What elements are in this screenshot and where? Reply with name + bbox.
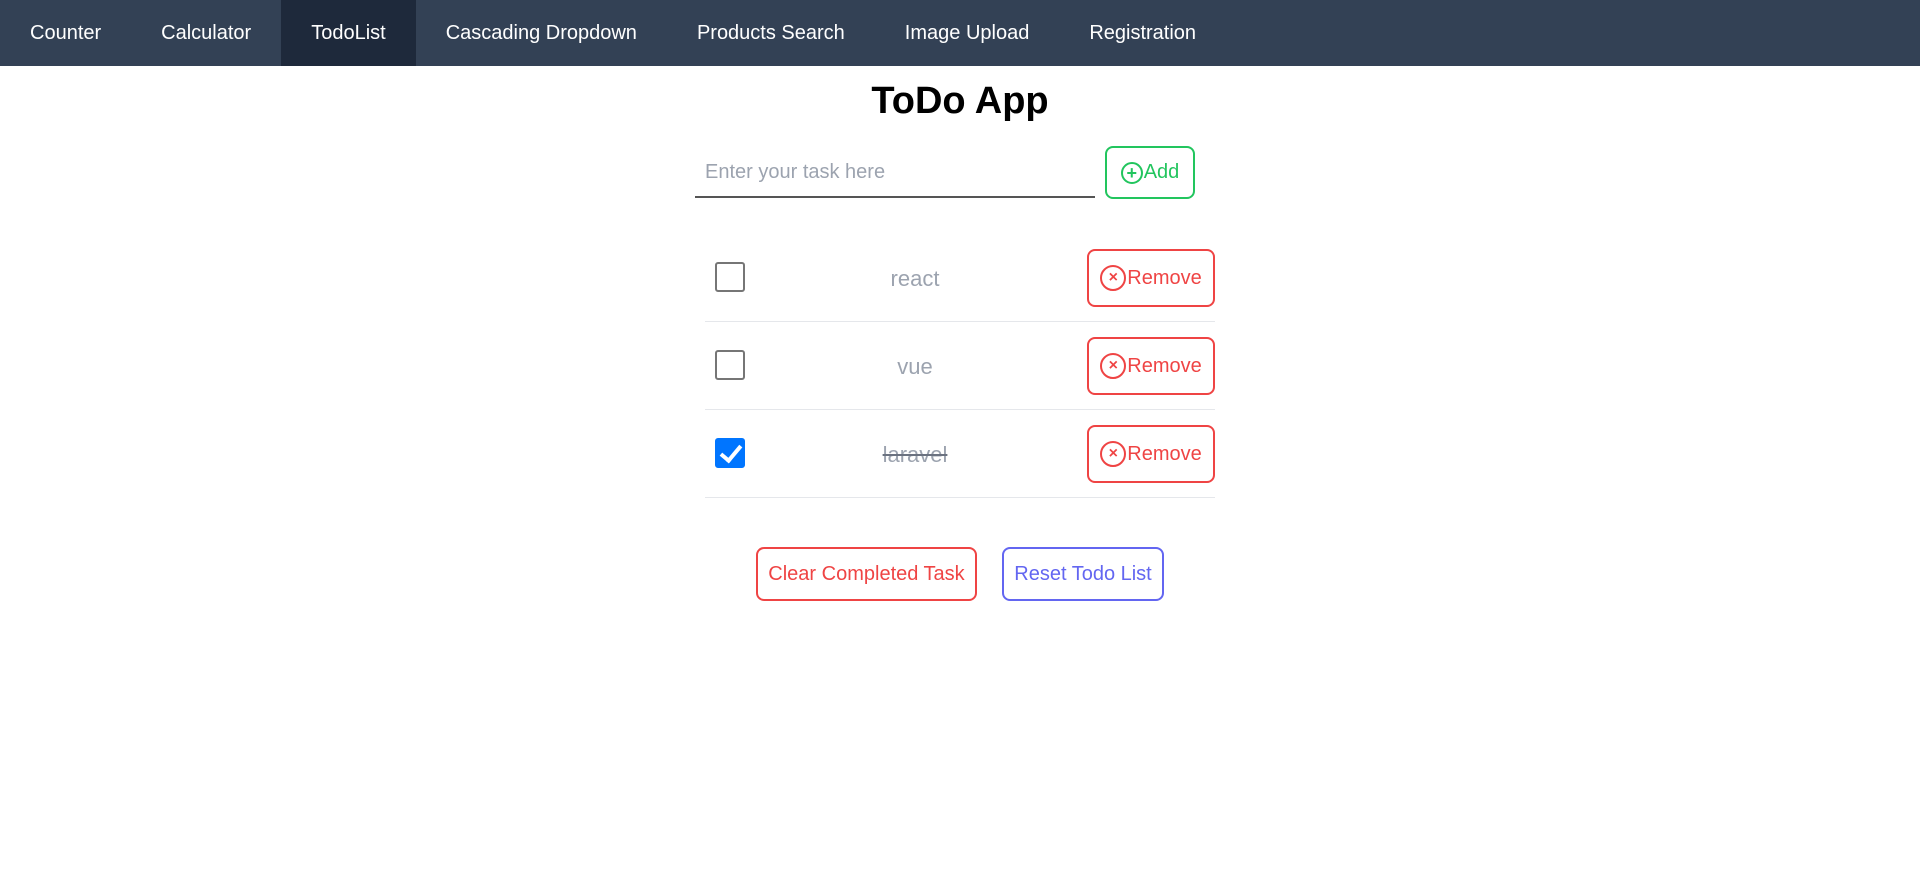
nav-item-registration[interactable]: Registration [1059, 0, 1226, 66]
nav-item-label: Counter [30, 21, 102, 44]
remove-button[interactable]: × Remove [1087, 337, 1215, 395]
todo-item: vue × Remove [705, 322, 1215, 410]
todo-item: react × Remove [705, 234, 1215, 322]
add-button[interactable]: + Add [1105, 146, 1195, 199]
todo-checkbox[interactable] [715, 262, 745, 292]
task-input[interactable] [695, 148, 1095, 198]
nav-item-label: Cascading Dropdown [445, 21, 637, 44]
x-circle-icon: × [1100, 265, 1127, 291]
todo-text: vue [897, 354, 933, 379]
todo-item: laravel × Remove [705, 410, 1215, 498]
nav-item-cascading-dropdown[interactable]: Cascading Dropdown [416, 0, 667, 66]
add-button-label: Add [1143, 161, 1180, 183]
reset-todo-list-button[interactable]: Reset Todo List [1002, 547, 1164, 601]
plus-circle-icon: + [1120, 161, 1143, 184]
reset-todo-list-label: Reset Todo List [1014, 562, 1152, 585]
nav-item-label: TodoList [311, 21, 386, 44]
x-circle-icon: × [1100, 353, 1127, 379]
remove-button-label: Remove [1127, 266, 1202, 289]
x-circle-icon: × [1100, 441, 1127, 467]
todo-checkbox[interactable] [715, 438, 745, 468]
navbar: Counter Calculator TodoList Cascading Dr… [0, 0, 1920, 66]
nav-item-image-upload[interactable]: Image Upload [875, 0, 1060, 66]
remove-button[interactable]: × Remove [1087, 249, 1215, 307]
nav-item-products-search[interactable]: Products Search [667, 0, 875, 66]
clear-completed-button[interactable]: Clear Completed Task [756, 547, 977, 601]
nav-item-calculator[interactable]: Calculator [131, 0, 281, 66]
nav-item-label: Products Search [696, 21, 845, 44]
remove-button-label: Remove [1127, 354, 1202, 377]
nav-item-label: Registration [1089, 21, 1197, 44]
nav-item-label: Calculator [161, 21, 252, 44]
remove-button[interactable]: × Remove [1087, 425, 1215, 483]
todo-checkbox[interactable] [715, 350, 745, 380]
clear-completed-label: Clear Completed Task [768, 562, 965, 585]
nav-item-label: Image Upload [904, 21, 1030, 44]
todo-text: react [890, 266, 940, 291]
todo-text: laravel [882, 442, 948, 467]
nav-item-counter[interactable]: Counter [0, 0, 131, 66]
page-title: ToDo App [871, 80, 1049, 122]
nav-item-todolist[interactable]: TodoList [281, 0, 416, 66]
remove-button-label: Remove [1127, 442, 1202, 465]
